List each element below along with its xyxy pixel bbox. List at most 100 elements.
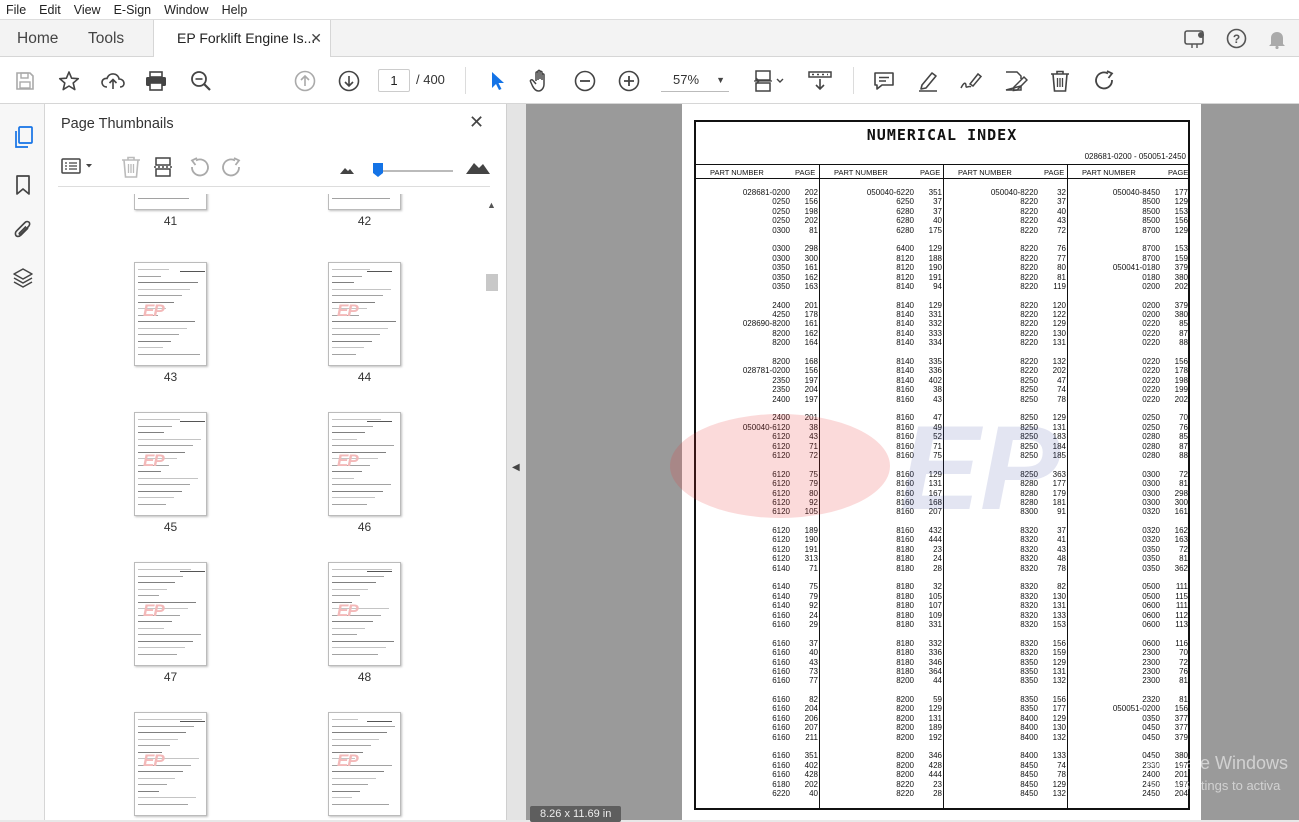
attachments-paperclip-icon[interactable] — [10, 217, 36, 243]
bookmarks-icon[interactable] — [10, 172, 36, 198]
page-thumbnail[interactable]: EP — [328, 412, 401, 516]
index-row: 0300 300 — [696, 254, 820, 263]
part-number: 8220 — [896, 789, 914, 798]
hand-tool-icon[interactable] — [527, 68, 553, 94]
select-cursor-icon[interactable] — [484, 68, 510, 94]
page-ref: 156 — [804, 366, 818, 376]
zoom-level-select[interactable]: 57% ▼ — [661, 69, 729, 92]
menu-esign[interactable]: E-Sign — [114, 3, 152, 17]
page-thumbnail[interactable]: EP — [328, 562, 401, 666]
slider-thumb[interactable] — [372, 162, 384, 181]
part-number: 0300 — [772, 225, 790, 235]
page-thumbnail[interactable]: EP — [134, 412, 207, 516]
zoom-search-icon[interactable] — [188, 68, 214, 94]
help-icon[interactable]: ? — [1226, 20, 1247, 57]
index-gap — [944, 235, 1068, 244]
page-thumbnail[interactable]: EP — [134, 262, 207, 366]
page-thumbnail[interactable]: EP — [134, 712, 207, 816]
thumb-text-line — [367, 721, 392, 722]
index-row: 8280 181 — [944, 498, 1068, 507]
tab-tools[interactable]: Tools — [88, 20, 124, 57]
thumb-text-line — [138, 471, 161, 472]
page-ref: 363 — [1052, 469, 1066, 479]
zoom-in-icon[interactable] — [616, 68, 642, 94]
document-viewer[interactable]: NUMERICAL INDEX 028681-0200 - 050051-245… — [526, 104, 1299, 822]
sign-pen-icon[interactable] — [959, 68, 985, 94]
thumb-text-line — [138, 777, 175, 779]
menu-view[interactable]: View — [74, 3, 101, 17]
thumb-text-line — [138, 588, 167, 590]
part-number: 2400 — [772, 394, 790, 404]
panel-scrollbar[interactable]: ▲ — [484, 194, 500, 820]
cloud-upload-icon[interactable] — [100, 68, 126, 94]
collapse-panel-strip[interactable]: ◀ — [507, 104, 526, 820]
previous-page-icon[interactable] — [292, 68, 318, 94]
menu-help[interactable]: Help — [222, 3, 248, 17]
part-number: 8320 — [1020, 591, 1038, 601]
page-thumbnail[interactable]: EP — [134, 194, 207, 210]
scroll-up-icon[interactable]: ▲ — [487, 200, 496, 210]
next-page-icon[interactable] — [336, 68, 362, 94]
scroll-mode-icon[interactable] — [807, 68, 833, 94]
part-number: 8320 — [1020, 610, 1038, 620]
menu-edit[interactable]: Edit — [39, 3, 61, 17]
rotate-counterclockwise-icon[interactable] — [188, 157, 210, 182]
index-row: 8350 177 — [944, 704, 1068, 713]
page-ref: 428 — [928, 760, 942, 770]
page-thumbnail[interactable]: EP — [328, 194, 401, 210]
page-number-input[interactable]: 1 — [378, 69, 410, 92]
small-thumbnail-icon[interactable] — [339, 164, 355, 178]
page-ref: 28 — [933, 563, 942, 573]
part-number: 8280 — [1020, 497, 1038, 507]
close-panel-icon[interactable]: ✕ — [469, 112, 484, 133]
menu-file[interactable]: File — [6, 3, 26, 17]
page-ref: 28 — [933, 789, 942, 798]
thumbnail-size-slider[interactable] — [377, 170, 453, 172]
zoom-out-icon[interactable] — [572, 68, 598, 94]
index-row: 8700 153 — [1068, 244, 1190, 253]
share-screen-icon[interactable] — [1184, 20, 1206, 57]
tab-home[interactable]: Home — [17, 20, 58, 57]
delete-trash-icon[interactable] — [1047, 68, 1073, 94]
extract-page-icon[interactable] — [153, 156, 175, 181]
fit-page-icon[interactable] — [752, 68, 788, 94]
rotate-clockwise-icon[interactable] — [1092, 68, 1118, 94]
bookmark-star-icon[interactable] — [56, 68, 82, 94]
save-icon[interactable] — [12, 68, 38, 94]
scroll-thumb[interactable] — [486, 274, 498, 291]
page-thumbnails-icon[interactable] — [10, 124, 36, 150]
notification-bell-icon[interactable] — [1268, 20, 1286, 57]
edit-pdf-icon[interactable] — [1003, 68, 1029, 94]
part-number: 8700 — [1142, 244, 1160, 254]
index-row: 0280 88 — [1068, 451, 1190, 460]
thumb-text-line — [138, 647, 185, 648]
delete-page-icon[interactable] — [121, 156, 141, 181]
part-number: 2350 — [772, 375, 790, 385]
collapse-arrow-icon[interactable]: ◀ — [512, 462, 520, 473]
index-row: 8220 131 — [944, 338, 1068, 347]
comment-icon[interactable] — [871, 68, 897, 94]
index-gap — [820, 460, 944, 469]
index-row: 8700 159 — [1068, 254, 1190, 263]
part-number: 6400 — [896, 244, 914, 254]
page-thumbnail[interactable]: EP — [328, 712, 401, 816]
page-thumbnail[interactable]: EP — [328, 262, 401, 366]
thumbnail-options-icon[interactable] — [60, 156, 96, 179]
tab-document[interactable]: EP Forklift Engine Is... ✕ — [153, 20, 331, 58]
highlight-pen-icon[interactable] — [915, 68, 941, 94]
page-thumbnail[interactable]: EP — [134, 562, 207, 666]
layers-icon[interactable] — [10, 265, 36, 291]
page-ref: 81 — [1179, 479, 1188, 489]
rotate-clockwise-page-icon[interactable] — [221, 157, 243, 182]
page-ref: 70 — [1179, 648, 1188, 658]
page-ref: 379 — [1174, 263, 1188, 273]
part-number: 0350 — [772, 263, 790, 273]
index-row: 0220 85 — [1068, 319, 1190, 328]
close-tab-icon[interactable]: ✕ — [310, 20, 322, 57]
print-icon[interactable] — [143, 68, 169, 94]
page-ref: 76 — [1057, 244, 1066, 254]
large-thumbnail-icon[interactable] — [465, 159, 491, 178]
page-ref: 133 — [1052, 751, 1066, 761]
menu-window[interactable]: Window — [164, 3, 208, 17]
part-number: 0180 — [1142, 272, 1160, 282]
